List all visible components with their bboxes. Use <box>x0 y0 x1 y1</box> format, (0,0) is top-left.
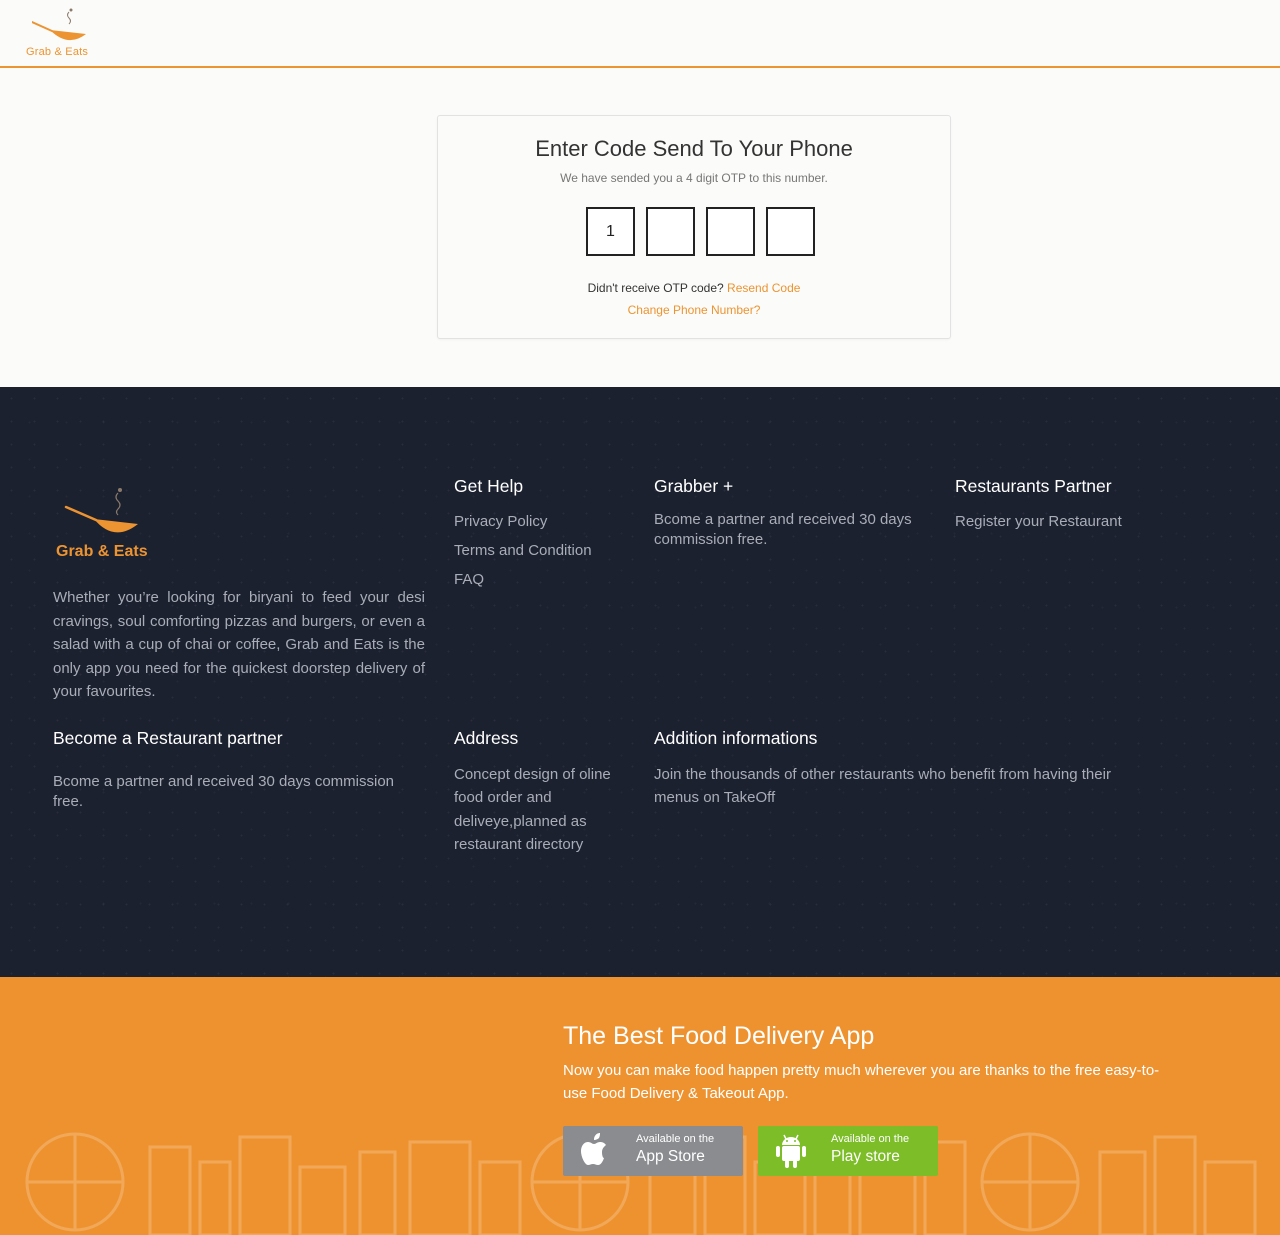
app-store-label: App Store <box>636 1148 705 1165</box>
brand-logo[interactable]: Grab & Eats <box>26 8 106 62</box>
change-phone-link[interactable]: Change Phone Number? <box>628 303 761 317</box>
footer-logo[interactable]: Grab & Eats <box>56 487 166 567</box>
otp-digit-1[interactable] <box>586 207 635 256</box>
additional-info-heading: Addition informations <box>654 728 818 748</box>
otp-digit-2[interactable] <box>646 207 695 256</box>
register-restaurant-link[interactable]: Register your Restaurant <box>955 513 1122 530</box>
wok-pan-icon <box>64 488 138 533</box>
address-text: Concept design of oline food order and d… <box>454 766 611 853</box>
additional-info-text: Join the thousands of other restaurants … <box>654 766 1111 806</box>
become-partner-text: Bcome a partner and received 30 days com… <box>53 773 395 810</box>
app-download-banner: The Best Food Delivery App Now you can m… <box>0 977 1280 1235</box>
grabber-plus-heading: Grabber + <box>654 476 734 496</box>
site-header: Grab & Eats <box>0 0 1280 68</box>
terms-link[interactable]: Terms and Condition <box>454 542 592 559</box>
resend-code-link[interactable]: Resend Code <box>727 281 800 295</box>
faq-link[interactable]: FAQ <box>454 571 484 588</box>
otp-title: Enter Code Send To Your Phone <box>535 136 853 161</box>
play-store-label: Play store <box>831 1148 900 1165</box>
otp-subtitle: We have sended you a 4 digit OTP to this… <box>560 171 828 185</box>
otp-card: Enter Code Send To Your Phone We have se… <box>437 115 951 339</box>
otp-digit-3[interactable] <box>706 207 755 256</box>
otp-digit-4[interactable] <box>766 207 815 256</box>
privacy-policy-link[interactable]: Privacy Policy <box>454 513 547 530</box>
restaurants-partner-heading: Restaurants Partner <box>955 476 1112 496</box>
apple-icon <box>581 1133 606 1165</box>
app-store-button[interactable]: Available on the App Store <box>563 1126 743 1176</box>
app-store-small-label: Available on the <box>636 1133 715 1145</box>
banner-title: The Best Food Delivery App <box>563 1022 875 1050</box>
android-icon <box>776 1134 806 1168</box>
grabber-plus-text: Bcome a partner and received 30 days com… <box>654 511 912 548</box>
resend-line: Didn't receive OTP code? Resend Code <box>438 281 950 295</box>
address-heading: Address <box>454 728 519 748</box>
banner-subtitle: Now you can make food happen pretty much… <box>563 1062 1160 1102</box>
brand-name: Grab & Eats <box>26 46 89 58</box>
otp-inputs <box>586 207 816 257</box>
footer-description: Whether you’re looking for biryani to fe… <box>53 589 425 700</box>
get-help-heading: Get Help <box>454 476 524 496</box>
become-partner-heading: Become a Restaurant partner <box>53 728 283 748</box>
site-footer: Grab & Eats Whether you’re looking for b… <box>0 387 1280 977</box>
play-store-small-label: Available on the <box>831 1133 910 1145</box>
footer-brand-name: Grab & Eats <box>56 543 148 560</box>
play-store-button[interactable]: Available on the Play store <box>758 1126 938 1176</box>
change-phone-line: Change Phone Number? <box>438 303 950 317</box>
resend-prompt: Didn't receive OTP code? <box>587 281 724 295</box>
wok-pan-icon <box>32 8 86 41</box>
